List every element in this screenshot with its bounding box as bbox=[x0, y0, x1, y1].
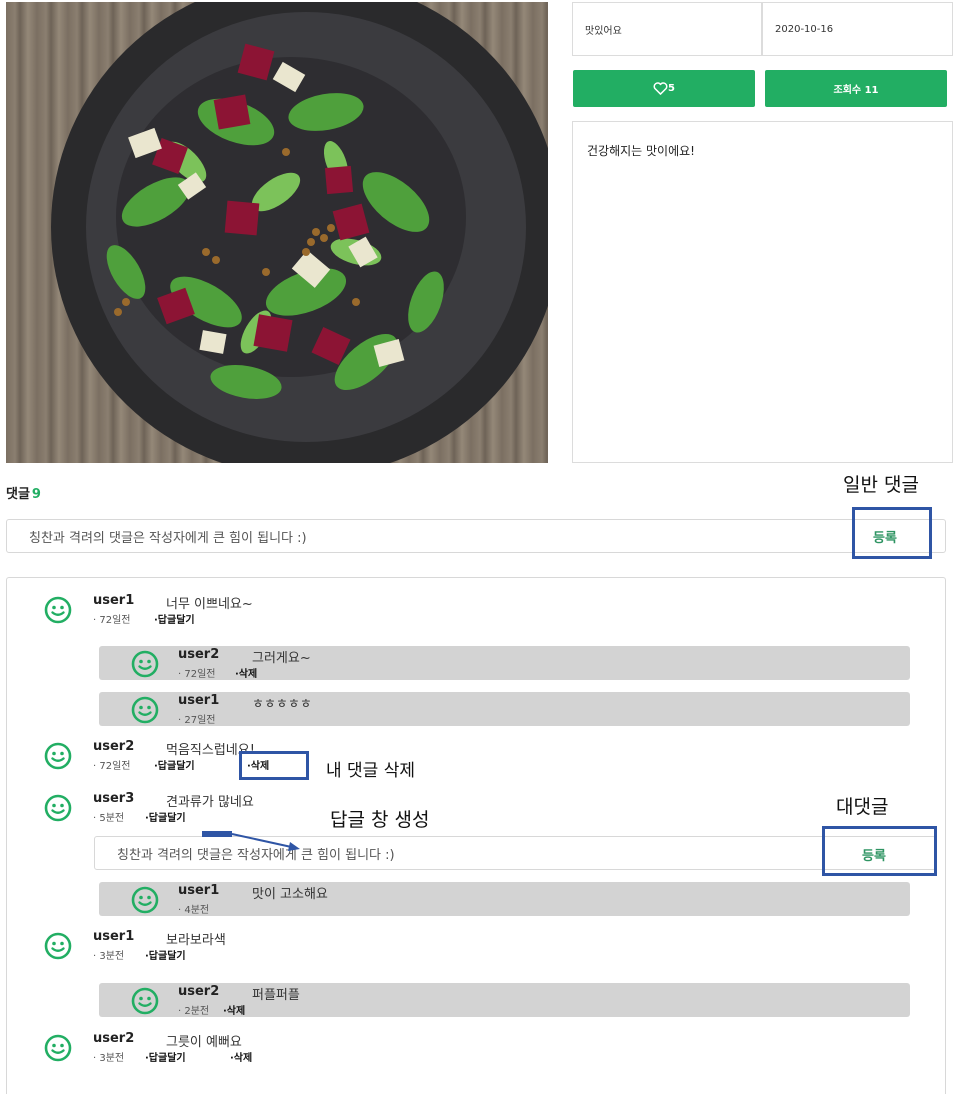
comment-text: 그릇이 예뻐요 bbox=[166, 1035, 242, 1050]
comment-time: · 72일전 bbox=[93, 615, 131, 626]
reply-link[interactable]: ·답글달기 bbox=[154, 611, 195, 626]
smiley-icon bbox=[131, 650, 159, 678]
delete-link[interactable]: ·삭제 bbox=[223, 1002, 245, 1017]
comment-author: user2 bbox=[93, 1031, 135, 1046]
comment-author: user1 bbox=[93, 593, 135, 608]
views-button: 조회수 11 bbox=[765, 70, 947, 107]
comments-count: 9 bbox=[31, 487, 41, 502]
reply-author: user1 bbox=[178, 693, 220, 708]
views-label: 조회수 11 bbox=[833, 85, 879, 96]
reply-item bbox=[99, 983, 910, 1017]
comment-text: 견과류가 많네요 bbox=[166, 795, 254, 810]
reply-item bbox=[99, 692, 910, 726]
comment-submit-button[interactable]: 등록 bbox=[873, 527, 897, 546]
reply-link[interactable]: ·답글달기 bbox=[145, 1049, 186, 1064]
reply-time: · 27일전 bbox=[178, 715, 216, 726]
comment-input-placeholder: 칭찬과 격려의 댓글은 작성자에게 큰 힘이 됩니다 :) bbox=[29, 530, 307, 546]
taste-label: 맛있어요 bbox=[585, 25, 622, 37]
comment-author: user2 bbox=[93, 739, 135, 754]
comment-time: · 5분전 bbox=[93, 813, 125, 824]
delete-link[interactable]: ·삭제 bbox=[230, 1049, 252, 1064]
smiley-icon bbox=[44, 794, 72, 822]
comments-header: 댓글 9 bbox=[6, 483, 41, 502]
smiley-icon bbox=[44, 932, 72, 960]
comment-time: · 3분전 bbox=[93, 1053, 125, 1064]
smiley-icon bbox=[131, 987, 159, 1015]
annotation-reply-window: 답글 창 생성 bbox=[330, 809, 430, 831]
like-button[interactable]: 5 bbox=[573, 70, 755, 107]
annotation-delete-my-comment: 내 댓글 삭제 bbox=[326, 761, 416, 781]
reply-author: user2 bbox=[178, 647, 220, 662]
comment-author: user1 bbox=[93, 929, 135, 944]
post-content: 건강해지는 맛이에요! bbox=[587, 144, 695, 158]
reply-link[interactable]: ·답글달기 bbox=[154, 757, 195, 772]
post-date: 2020-10-16 bbox=[775, 23, 834, 35]
reply-time: · 4분전 bbox=[178, 905, 210, 916]
post-photo bbox=[6, 2, 548, 463]
like-count: 5 bbox=[668, 83, 675, 94]
reply-author: user1 bbox=[178, 883, 220, 898]
annotation-box-delete bbox=[239, 751, 309, 780]
reply-link[interactable]: ·답글달기 bbox=[145, 947, 186, 962]
reply-submit-button[interactable]: 등록 bbox=[862, 845, 886, 864]
reply-time: · 72일전 bbox=[178, 669, 216, 680]
smiley-icon bbox=[131, 886, 159, 914]
reply-text: 맛이 고소해요 bbox=[252, 887, 328, 902]
smiley-icon bbox=[44, 742, 72, 770]
smiley-icon bbox=[131, 696, 159, 724]
delete-link[interactable]: ·삭제 bbox=[235, 665, 257, 680]
reply-item bbox=[99, 882, 910, 916]
comment-time: · 72일전 bbox=[93, 761, 131, 772]
reply-link[interactable]: ·답글달기 bbox=[145, 809, 186, 824]
reply-text: ㅎㅎㅎㅎㅎ bbox=[252, 697, 312, 712]
reply-author: user2 bbox=[178, 984, 220, 999]
taste-box: 맛있어요 bbox=[572, 2, 762, 56]
comment-input[interactable]: 칭찬과 격려의 댓글은 작성자에게 큰 힘이 됩니다 :) bbox=[6, 519, 946, 553]
annotation-nested-comment: 대댓글 bbox=[836, 796, 889, 818]
reply-text: 그러게요~ bbox=[252, 651, 311, 666]
smiley-icon bbox=[44, 596, 72, 624]
comment-time: · 3분전 bbox=[93, 951, 125, 962]
annotation-general-comment: 일반 댓글 bbox=[843, 474, 919, 496]
comments-title: 댓글 bbox=[6, 487, 30, 502]
heart-outline-icon bbox=[653, 82, 668, 95]
comment-text: 보라보라색 bbox=[166, 933, 226, 948]
smiley-icon bbox=[44, 1034, 72, 1062]
reply-text: 퍼플퍼플 bbox=[252, 988, 300, 1003]
comment-author: user3 bbox=[93, 791, 135, 806]
annotation-arrow bbox=[202, 831, 300, 851]
reply-item bbox=[99, 646, 910, 680]
comment-text: 너무 이쁘네요~ bbox=[166, 597, 253, 612]
post-content-box: 건강해지는 맛이에요! bbox=[572, 121, 953, 463]
date-box: 2020-10-16 bbox=[762, 2, 953, 56]
reply-time: · 2분전 bbox=[178, 1006, 210, 1017]
